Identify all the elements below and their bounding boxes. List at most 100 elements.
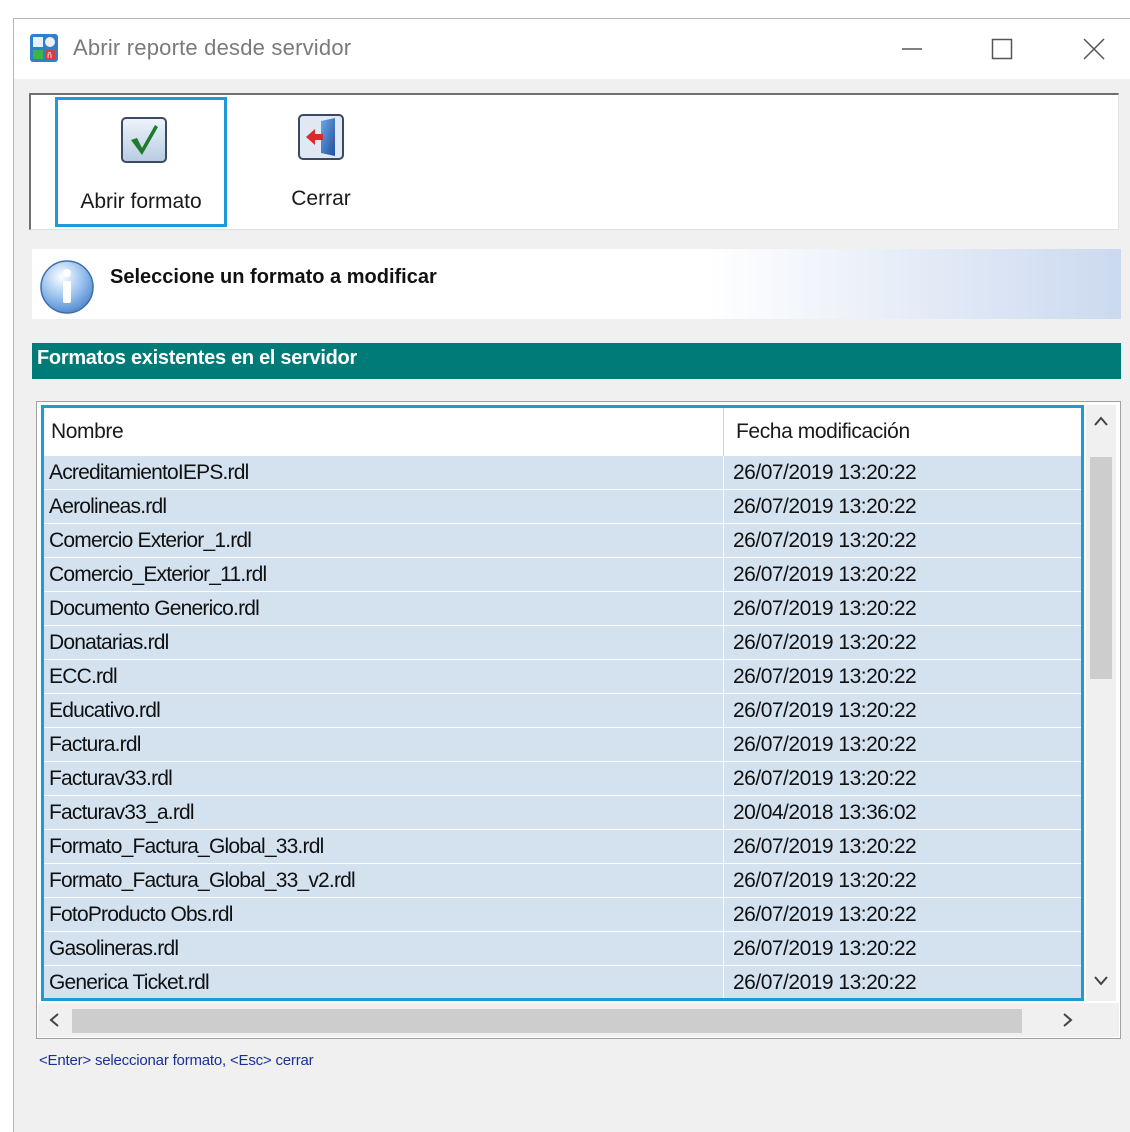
table-row[interactable]: Generica Ticket.rdl 26/07/2019 13:20:22 — [44, 966, 1081, 998]
checkmark-icon — [121, 117, 167, 163]
close-label: Cerrar — [291, 187, 351, 210]
table-row[interactable]: Educativo.rdl 26/07/2019 13:20:22 — [44, 694, 1081, 728]
cell-divider — [723, 830, 724, 863]
modified-date-cell: 26/07/2019 13:20:22 — [733, 937, 917, 960]
title-bar[interactable]: ñ Abrir reporte desde servidor — [14, 19, 1130, 79]
table-row[interactable]: AcreditamientoIEPS.rdl 26/07/2019 13:20:2… — [44, 456, 1081, 490]
modified-date-cell: 26/07/2019 13:20:22 — [733, 597, 917, 620]
info-icon — [40, 260, 94, 314]
cell-divider — [723, 626, 724, 659]
file-name-cell: Generica Ticket.rdl — [49, 971, 210, 994]
cell-divider — [723, 932, 724, 965]
table-row[interactable]: Formato_Factura_Global_33.rdl 26/07/2019 … — [44, 830, 1081, 864]
column-divider[interactable] — [723, 408, 724, 456]
column-header-name[interactable]: Nombre — [51, 420, 124, 444]
info-banner: Seleccione un formato a modificar — [32, 249, 1121, 319]
scroll-left-arrow-icon[interactable] — [48, 1012, 60, 1028]
cell-divider — [723, 592, 724, 625]
file-name-cell: AcreditamientoIEPS.rdl — [49, 461, 249, 484]
file-name-cell: Formato_Factura_Global_33.rdl — [49, 835, 324, 858]
file-name-cell: Educativo.rdl — [49, 699, 161, 722]
file-name-cell: ECC.rdl — [49, 665, 118, 688]
exit-door-icon — [298, 114, 344, 160]
toolbar: Abrir formato Cerrar — [29, 93, 1119, 230]
table-row[interactable]: Aerolineas.rdl 26/07/2019 13:20:22 — [44, 490, 1081, 524]
open-report-dialog: ñ Abrir reporte desde servidor Abrir for… — [13, 18, 1130, 1132]
cell-divider — [723, 490, 724, 523]
modified-date-cell: 26/07/2019 13:20:22 — [733, 563, 917, 586]
cell-divider — [723, 456, 724, 489]
keyboard-hint: <Enter> seleccionar formato, <Esc> cerra… — [39, 1052, 314, 1069]
grid-rows: AcreditamientoIEPS.rdl 26/07/2019 13:20:2… — [44, 456, 1081, 998]
table-row[interactable]: Facturav33_a.rdl 20/04/2018 13:36:02 — [44, 796, 1081, 830]
maximize-button[interactable] — [972, 27, 1032, 71]
cell-divider — [723, 864, 724, 897]
table-row[interactable]: Factura.rdl 26/07/2019 13:20:22 — [44, 728, 1081, 762]
table-row[interactable]: Documento Generico.rdl 26/07/2019 13:20:2… — [44, 592, 1081, 626]
modified-date-cell: 26/07/2019 13:20:22 — [733, 631, 917, 654]
window-title: Abrir reporte desde servidor — [73, 35, 352, 60]
modified-date-cell: 26/07/2019 13:20:22 — [733, 529, 917, 552]
maximize-icon — [991, 38, 1013, 60]
file-name-cell: Documento Generico.rdl — [49, 597, 260, 620]
minimize-button[interactable] — [882, 27, 942, 71]
table-row[interactable]: Comercio Exterior_1.rdl 26/07/2019 13:20:… — [44, 524, 1081, 558]
file-name-cell: Facturav33.rdl — [49, 767, 173, 790]
modified-date-cell: 26/07/2019 13:20:22 — [733, 665, 917, 688]
formats-list-frame: Nombre Fecha modificación Acreditamiento… — [36, 401, 1121, 1039]
file-name-cell: Factura.rdl — [49, 733, 141, 756]
close-icon — [1083, 38, 1105, 60]
cell-divider — [723, 796, 724, 829]
horizontal-scrollbar[interactable] — [38, 1003, 1119, 1037]
modified-date-cell: 26/07/2019 13:20:22 — [733, 903, 917, 926]
file-name-cell: Comercio Exterior_1.rdl — [49, 529, 252, 552]
cell-divider — [723, 728, 724, 761]
open-format-button[interactable]: Abrir formato — [55, 97, 227, 227]
file-name-cell: Formato_Factura_Global_33_v2.rdl — [49, 869, 356, 892]
vertical-scroll-thumb[interactable] — [1090, 457, 1112, 679]
table-row[interactable]: ECC.rdl 26/07/2019 13:20:22 — [44, 660, 1081, 694]
column-header-date[interactable]: Fecha modificación — [736, 420, 910, 444]
cell-divider — [723, 898, 724, 931]
file-name-cell: FotoProducto Obs.rdl — [49, 903, 233, 926]
table-row[interactable]: Comercio_Exterior_11.rdl 26/07/2019 13:20… — [44, 558, 1081, 592]
formats-grid[interactable]: Nombre Fecha modificación Acreditamiento… — [41, 405, 1084, 1001]
cell-divider — [723, 660, 724, 693]
minimize-icon — [902, 48, 922, 50]
modified-date-cell: 26/07/2019 13:20:22 — [733, 733, 917, 756]
svg-text:ñ: ñ — [47, 51, 52, 60]
cell-divider — [723, 762, 724, 795]
table-row[interactable]: FotoProducto Obs.rdl 26/07/2019 13:20:22 — [44, 898, 1081, 932]
file-name-cell: Gasolineras.rdl — [49, 937, 179, 960]
file-name-cell: Donatarias.rdl — [49, 631, 169, 654]
cell-divider — [723, 694, 724, 727]
close-window-button[interactable] — [1064, 27, 1124, 71]
modified-date-cell: 20/04/2018 13:36:02 — [733, 801, 917, 824]
table-row[interactable]: Donatarias.rdl 26/07/2019 13:20:22 — [44, 626, 1081, 660]
scroll-down-arrow-icon[interactable] — [1093, 975, 1109, 987]
close-button[interactable]: Cerrar — [235, 97, 407, 227]
report-app-icon: ñ — [30, 34, 58, 62]
modified-date-cell: 26/07/2019 13:20:22 — [733, 461, 917, 484]
scroll-up-arrow-icon[interactable] — [1093, 415, 1109, 427]
table-row[interactable]: Formato_Factura_Global_33_v2.rdl 26/07/20… — [44, 864, 1081, 898]
modified-date-cell: 26/07/2019 13:20:22 — [733, 835, 917, 858]
open-format-label: Abrir formato — [80, 190, 202, 213]
horizontal-scroll-thumb[interactable] — [72, 1009, 1022, 1033]
vertical-scrollbar[interactable] — [1086, 405, 1116, 1001]
cell-divider — [723, 966, 724, 998]
modified-date-cell: 26/07/2019 13:20:22 — [733, 869, 917, 892]
scroll-right-arrow-icon[interactable] — [1062, 1012, 1074, 1028]
section-header: Formatos existentes en el servidor — [32, 343, 1121, 379]
file-name-cell: Comercio_Exterior_11.rdl — [49, 563, 267, 586]
cell-divider — [723, 524, 724, 557]
section-title: Formatos existentes en el servidor — [37, 347, 357, 369]
modified-date-cell: 26/07/2019 13:20:22 — [733, 767, 917, 790]
cell-divider — [723, 558, 724, 591]
table-row[interactable]: Facturav33.rdl 26/07/2019 13:20:22 — [44, 762, 1081, 796]
file-name-cell: Facturav33_a.rdl — [49, 801, 195, 824]
info-message: Seleccione un formato a modificar — [110, 266, 437, 288]
modified-date-cell: 26/07/2019 13:20:22 — [733, 971, 917, 994]
file-name-cell: Aerolineas.rdl — [49, 495, 167, 518]
table-row[interactable]: Gasolineras.rdl 26/07/2019 13:20:22 — [44, 932, 1081, 966]
